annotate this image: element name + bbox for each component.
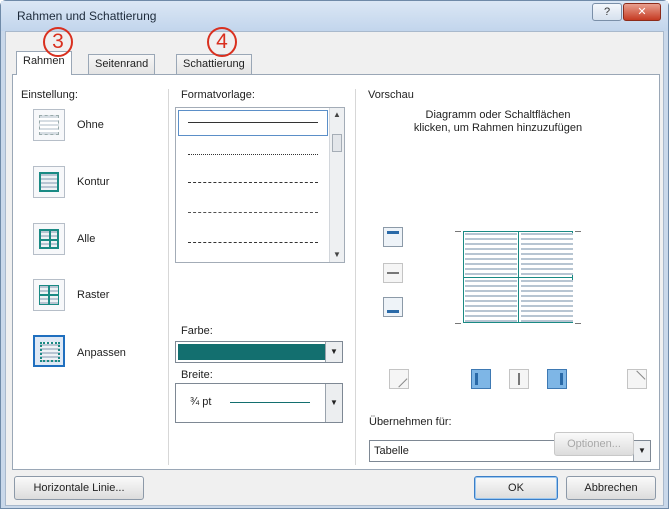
preview-cell <box>465 233 517 275</box>
tab-seitenrand[interactable]: Seitenrand <box>88 54 156 74</box>
width-line-sample <box>230 402 310 403</box>
horizontal-line-button[interactable]: Horizontale Linie... <box>14 476 144 500</box>
scroll-down-icon[interactable]: ▼ <box>332 250 342 260</box>
vorschau-label: Vorschau <box>368 89 414 101</box>
scroll-thumb[interactable] <box>332 134 342 152</box>
setting-kontur-label: Kontur <box>77 176 110 188</box>
annotation-marker-3: 3 <box>43 27 73 57</box>
apply-to-value: Tabelle <box>374 445 409 457</box>
line-style-selected[interactable] <box>178 110 328 136</box>
width-dropdown[interactable]: ¾ pt ▼ <box>175 383 343 423</box>
setting-raster-label: Raster <box>77 289 110 301</box>
bottom-border-button[interactable] <box>383 297 403 317</box>
scroll-up-icon[interactable]: ▲ <box>332 110 342 120</box>
tab-schattierung[interactable]: Schattierung <box>176 54 252 74</box>
window-title: Rahmen und Schattierung <box>17 9 157 23</box>
breite-label: Breite: <box>181 369 213 381</box>
all-borders-icon <box>39 229 59 249</box>
setting-anpassen-label: Anpassen <box>77 347 126 359</box>
farbe-label: Farbe: <box>181 325 213 337</box>
preview-corner-mark <box>575 231 581 232</box>
preview-inside-horizontal <box>463 277 573 278</box>
annotation-marker-4: 4 <box>207 27 237 57</box>
rahmen-panel: Einstellung: Ohne Kontur Alle Raster Anp… <box>12 74 660 470</box>
preview-cell <box>521 280 573 322</box>
inside-v-border-button[interactable] <box>509 369 529 389</box>
column-divider <box>168 89 169 465</box>
help-button[interactable]: ? <box>592 3 622 21</box>
inside-horizontal-icon <box>387 272 399 274</box>
diagonal-up-button[interactable] <box>389 369 409 389</box>
grid-border-icon <box>39 285 59 305</box>
color-dropdown[interactable]: ▼ <box>175 341 343 363</box>
left-border-button[interactable] <box>471 369 491 389</box>
custom-border-icon <box>40 342 60 362</box>
close-button[interactable]: ✕ <box>623 3 661 21</box>
setting-alle-label: Alle <box>77 233 96 245</box>
right-border-button[interactable] <box>547 369 567 389</box>
border-preview[interactable] <box>455 223 595 343</box>
einstellung-label: Einstellung: <box>21 89 78 101</box>
vorschau-hint: Diagramm oder Schaltflächen klicken, um … <box>413 109 583 134</box>
inside-h-border-button[interactable] <box>383 263 403 283</box>
dialog-body: 3 4 Rahmen Seitenrand Schattierung Einst… <box>5 27 664 506</box>
width-value: ¾ pt <box>190 396 212 408</box>
top-border-button[interactable] <box>383 227 403 247</box>
line-style-scrollbar[interactable]: ▲ ▼ <box>329 108 344 262</box>
setting-raster-button[interactable] <box>33 279 65 311</box>
inside-vertical-icon <box>518 373 520 385</box>
title-bar: Rahmen und Schattierung ? ✕ <box>1 1 668 31</box>
setting-kontur-button[interactable] <box>33 166 65 198</box>
setting-anpassen-button[interactable] <box>33 335 65 367</box>
setting-ohne-label: Ohne <box>77 119 104 131</box>
right-border-icon <box>560 373 563 385</box>
setting-ohne-button[interactable] <box>33 109 65 141</box>
line-style-fine-dash[interactable] <box>188 182 318 183</box>
preview-corner-mark <box>455 231 461 232</box>
formatvorlage-label: Formatvorlage: <box>181 89 255 101</box>
setting-alle-button[interactable] <box>33 223 65 255</box>
left-border-icon <box>475 373 478 385</box>
preview-corner-mark <box>575 323 581 324</box>
diagonal-down-button[interactable] <box>627 369 647 389</box>
top-border-icon <box>387 231 399 234</box>
preview-cell <box>465 280 517 322</box>
preview-corner-mark <box>455 323 461 324</box>
box-border-icon <box>39 172 59 192</box>
line-style-list[interactable]: ▲ ▼ <box>175 107 345 263</box>
preview-cell <box>521 233 573 275</box>
line-style-solid[interactable] <box>188 122 318 123</box>
line-style-dash-dot[interactable] <box>188 242 318 243</box>
dialog-window: Rahmen und Schattierung ? ✕ 3 4 Rahmen S… <box>0 0 669 509</box>
chevron-down-icon[interactable]: ▼ <box>325 384 342 422</box>
no-border-icon <box>39 115 59 135</box>
diagonal-up-icon <box>390 370 408 388</box>
chevron-down-icon[interactable]: ▼ <box>633 441 650 461</box>
apply-to-label: Übernehmen für: <box>369 416 452 428</box>
cancel-button[interactable]: Abbrechen <box>566 476 656 500</box>
column-divider <box>355 89 356 465</box>
options-button[interactable]: Optionen... <box>554 432 634 456</box>
line-style-dash[interactable] <box>188 212 318 213</box>
color-swatch <box>178 344 325 360</box>
chevron-down-icon[interactable]: ▼ <box>325 342 342 362</box>
ok-button[interactable]: OK <box>474 476 558 500</box>
line-style-dotted[interactable] <box>188 154 318 155</box>
bottom-border-icon <box>387 310 399 313</box>
diagonal-down-icon <box>628 370 646 388</box>
